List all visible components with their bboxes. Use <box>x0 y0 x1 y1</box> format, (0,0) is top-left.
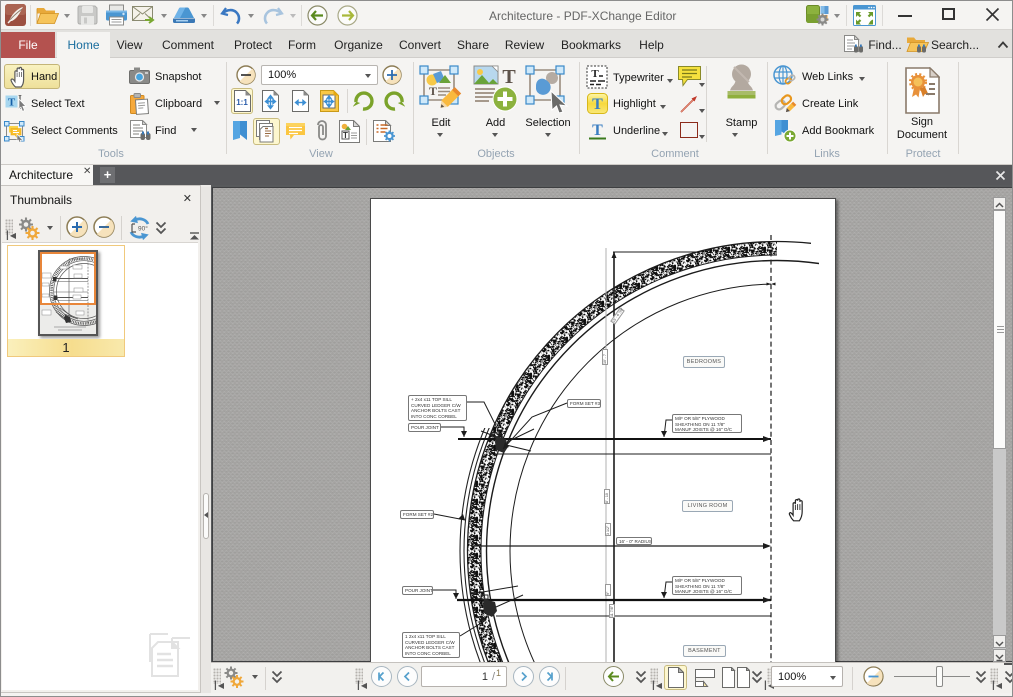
svg-text:T: T <box>592 96 603 113</box>
svg-text:90°: 90° <box>138 225 148 233</box>
svg-text:T: T <box>429 84 437 98</box>
svg-text:T: T <box>592 122 603 139</box>
svg-text:T: T <box>8 97 16 109</box>
svg-text:T: T <box>502 66 516 88</box>
svg-text:1:1: 1:1 <box>236 98 248 107</box>
svg-text:T: T <box>343 131 348 140</box>
svg-text:T: T <box>591 68 599 80</box>
